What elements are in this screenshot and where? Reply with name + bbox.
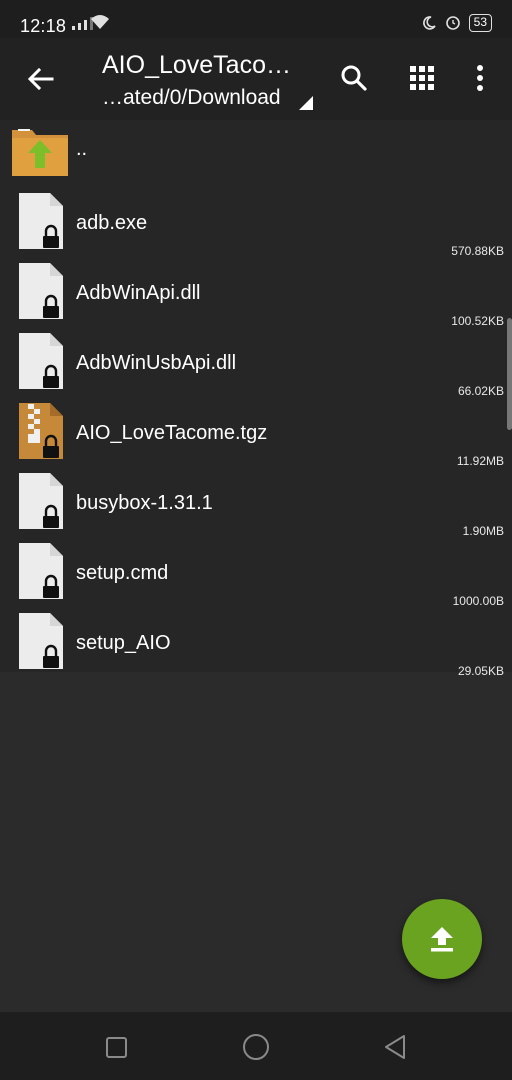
list-item[interactable]: setup.cmd 1000.00B: [0, 540, 512, 610]
status-right: 53: [421, 14, 492, 32]
wifi-icon: [91, 15, 109, 29]
file-name: AdbWinUsbApi.dll: [76, 352, 237, 374]
file-size: 1.90MB: [462, 524, 504, 538]
back-arrow-icon[interactable]: [24, 62, 58, 96]
grid-view-icon[interactable]: [406, 62, 438, 94]
file-size: 1000.00B: [452, 594, 504, 608]
battery-indicator: 53: [468, 14, 492, 32]
list-item[interactable]: adb.exe 570.88KB: [0, 190, 512, 260]
file-size: 66.02KB: [457, 384, 504, 398]
home-circle-icon[interactable]: [241, 1032, 271, 1062]
parent-folder-up-icon: [12, 129, 68, 176]
locked-file-icon: [19, 473, 63, 529]
list-item[interactable]: busybox-1.31.1 1.90MB: [0, 470, 512, 540]
dropdown-triangle-icon[interactable]: [299, 96, 313, 110]
alarm-icon: [445, 16, 460, 30]
file-name: ..: [76, 138, 88, 160]
app-bar: AIO_LoveTaco… …ated/0/Download: [0, 38, 512, 120]
upload-icon: [431, 927, 453, 952]
file-name: adb.exe: [76, 212, 148, 234]
list-item-parent[interactable]: ..: [0, 120, 512, 190]
more-vert-icon[interactable]: [464, 62, 496, 94]
file-name: setup_AIO: [76, 632, 171, 654]
file-name: setup.cmd: [76, 562, 169, 584]
path-dropdown[interactable]: …ated/0/Download: [102, 86, 281, 110]
upload-fab-button[interactable]: [402, 899, 482, 979]
system-nav-bar: [0, 1012, 512, 1080]
status-bar: 12:18 53: [0, 0, 512, 38]
locked-file-icon: [19, 333, 63, 389]
scrollbar-thumb[interactable]: [507, 318, 512, 430]
search-icon[interactable]: [338, 62, 370, 94]
file-size: 570.88KB: [451, 244, 504, 258]
locked-file-icon: [19, 263, 63, 319]
file-list: .. adb.exe 570.88KB AdbWinApi.dll 100.52…: [0, 120, 512, 678]
list-item[interactable]: AdbWinApi.dll 100.52KB: [0, 260, 512, 330]
file-size: 100.52KB: [451, 314, 504, 328]
locked-file-icon: [19, 193, 63, 249]
file-size: 29.05KB: [457, 664, 504, 678]
file-size: 11.92MB: [456, 454, 504, 468]
locked-file-icon: [19, 613, 63, 669]
locked-file-icon: [19, 543, 63, 599]
back-triangle-icon[interactable]: [381, 1032, 411, 1062]
file-name: AIO_LoveTacome.tgz: [76, 422, 268, 444]
file-name: AdbWinApi.dll: [76, 282, 201, 304]
archive-file-icon: [19, 403, 63, 459]
folder-title: AIO_LoveTaco…: [102, 51, 291, 79]
list-item[interactable]: AIO_LoveTacome.tgz 11.92MB: [0, 400, 512, 470]
status-time: 12:18: [20, 16, 67, 36]
file-name: busybox-1.31.1: [76, 492, 213, 514]
moon-icon: [422, 16, 436, 30]
list-item[interactable]: AdbWinUsbApi.dll 66.02KB: [0, 330, 512, 400]
recents-square-icon[interactable]: [101, 1032, 131, 1062]
list-item[interactable]: setup_AIO 29.05KB: [0, 610, 512, 680]
